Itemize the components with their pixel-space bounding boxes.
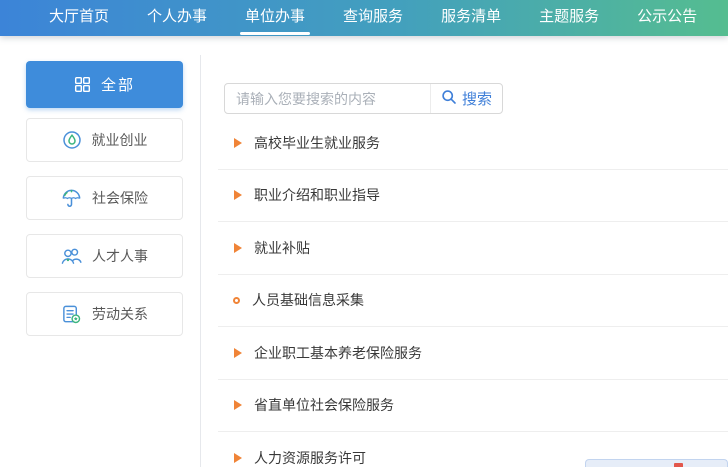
nav-item-theme-services[interactable]: 主题服务 [520,0,618,36]
search-button-label: 搜索 [462,88,492,109]
nav-item-hall-home[interactable]: 大厅首页 [30,0,128,36]
triangle-marker-icon [234,400,242,410]
service-label: 企业职工基本养老保险服务 [254,343,422,363]
nav-item-personal-services[interactable]: 个人办事 [128,0,226,36]
sidebar-item-social-insurance[interactable]: 社会保险 [26,176,183,220]
sidebar-item-all[interactable]: 全部 [26,61,183,108]
list-item-basic-personnel-info[interactable]: 人员基础信息采集 [218,275,728,328]
sidebar-item-talent-personnel[interactable]: 人才人事 [26,234,183,278]
umbrella-icon [61,188,82,209]
service-label: 职业介绍和职业指导 [254,185,380,205]
triangle-marker-icon [234,138,242,148]
list-item-career-intro-guidance[interactable]: 职业介绍和职业指导 [218,170,728,223]
list-item-employment-subsidy[interactable]: 就业补贴 [218,222,728,275]
list-item-enterprise-pension[interactable]: 企业职工基本养老保险服务 [218,327,728,380]
top-navigation-bar: 大厅首页 个人办事 单位办事 查询服务 服务清单 主题服务 公示公告 [0,0,728,36]
red-icon-fragment [674,463,683,467]
sidebar-item-label: 劳动关系 [92,304,148,324]
service-label: 省直单位社会保险服务 [254,395,394,415]
nav-item-unit-services[interactable]: 单位办事 [226,0,324,36]
triangle-marker-icon [234,453,242,463]
service-label: 就业补贴 [254,238,310,258]
nav-item-service-list[interactable]: 服务清单 [422,0,520,36]
service-label: 人力资源服务许可 [254,448,366,467]
nav-item-public-announcements[interactable]: 公示公告 [618,0,716,36]
category-sidebar: 全部 就业创业 社会保险 [26,61,183,350]
sidebar-item-label: 社会保险 [92,188,148,208]
nav-item-query-services[interactable]: 查询服务 [324,0,422,36]
service-list: 高校毕业生就业服务 职业介绍和职业指导 就业补贴 人员基础信息采集 企业职工基本… [218,117,728,467]
service-label: 高校毕业生就业服务 [254,133,380,153]
sidebar-item-employment-startup[interactable]: 就业创业 [26,118,183,162]
service-label: 人员基础信息采集 [252,290,364,310]
search-input[interactable] [225,84,430,113]
employment-startup-icon [62,130,82,150]
document-badge-icon [61,304,82,325]
list-item-provincial-social-insurance[interactable]: 省直单位社会保险服务 [218,380,728,433]
search-button[interactable]: 搜索 [430,84,502,113]
triangle-marker-icon [234,190,242,200]
content-divider [200,55,201,467]
people-icon [61,246,82,266]
triangle-marker-icon [234,348,242,358]
sidebar-item-label: 就业创业 [92,130,148,150]
circle-marker-icon [233,297,240,304]
floating-widget-partial[interactable] [585,459,728,467]
list-item-graduate-employment[interactable]: 高校毕业生就业服务 [218,117,728,170]
sidebar-item-label: 人才人事 [92,246,148,266]
unit-services-page: 大厅首页 个人办事 单位办事 查询服务 服务清单 主题服务 公示公告 全部 [0,0,728,467]
grid-icon [74,76,91,93]
sidebar-item-label: 全部 [101,74,135,95]
sidebar-item-labor-relations[interactable]: 劳动关系 [26,292,183,336]
triangle-marker-icon [234,243,242,253]
search-box: 搜索 [224,83,503,114]
magnifier-icon [441,89,457,109]
